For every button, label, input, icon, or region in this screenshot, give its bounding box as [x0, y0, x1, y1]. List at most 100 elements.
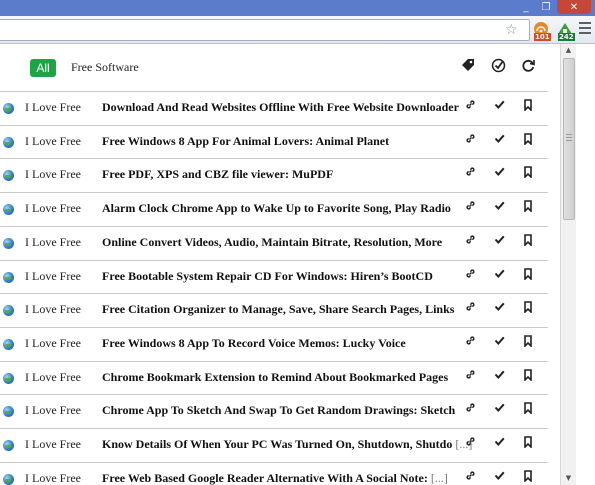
check-circle-icon[interactable] [490, 58, 506, 74]
link-icon[interactable] [463, 402, 477, 418]
extension-button-2[interactable]: 242 [555, 20, 575, 41]
link-icon[interactable] [463, 200, 477, 216]
feed-source[interactable]: I Love Free [25, 336, 81, 351]
link-icon[interactable] [463, 268, 477, 284]
feed-item-title-text: Free PDF, XPS and CBZ file viewer: MuPDF [102, 167, 334, 182]
feed-item-row[interactable]: I Love Free Chrome App To Sketch And Swap… [0, 394, 548, 428]
feed-item-title[interactable]: Free Citation Organizer to Manage, Save,… [102, 302, 454, 317]
feed-source[interactable]: I Love Free [25, 235, 81, 250]
link-icon[interactable] [463, 166, 477, 182]
globe-icon [3, 204, 14, 216]
feed-item-row[interactable]: I Love Free Free Windows 8 App To Record … [0, 326, 548, 361]
vertical-scrollbar[interactable]: ▲ ▼ [560, 44, 576, 485]
feed-item-title[interactable]: Alarm Clock Chrome App to Wake Up to Fav… [102, 201, 451, 216]
feed-item-title[interactable]: Online Convert Videos, Audio, Maintain B… [102, 235, 442, 250]
extension-button-1[interactable]: 101 [531, 20, 551, 41]
minimize-button[interactable]: _ [517, 0, 535, 14]
check-icon[interactable] [492, 133, 506, 149]
bookmark-icon[interactable] [521, 99, 535, 115]
browser-toolbar: ☆ 101 242 [0, 16, 595, 44]
refresh-icon[interactable] [520, 58, 536, 74]
globe-icon [3, 338, 14, 350]
feed-item-title[interactable]: Free Windows 8 App For Animal Lovers: An… [102, 134, 389, 149]
feed-item-row[interactable]: I Love Free Online Convert Videos, Audio,… [0, 225, 548, 260]
link-icon[interactable] [463, 133, 477, 149]
feed-item-row[interactable]: I Love Free Free Web Based Google Reader … [0, 461, 548, 485]
bookmark-icon[interactable] [521, 132, 535, 149]
feed-item-title[interactable]: Know Details Of When Your PC Was Turned … [102, 437, 472, 452]
bookmark-icon[interactable] [521, 368, 535, 385]
feed-item-title[interactable]: Free Bootable System Repair CD For Windo… [102, 269, 433, 284]
check-icon[interactable] [492, 436, 506, 452]
bookmark-icon[interactable] [521, 469, 535, 485]
feed-item-title[interactable]: Chrome Bookmark Extension to Remind Abou… [102, 370, 448, 385]
feed-item-title-text: Free Citation Organizer to Manage, Save,… [102, 302, 455, 317]
feed-item-row[interactable]: I Love Free Chrome Bookmark Extension to … [0, 360, 548, 395]
link-icon[interactable] [463, 99, 477, 115]
unread-count-badge: 242 [558, 33, 575, 41]
check-icon[interactable] [492, 301, 506, 317]
feed-item-row[interactable]: I Love Free Free Windows 8 App For Animal… [0, 124, 548, 159]
link-icon[interactable] [463, 301, 477, 317]
category-link[interactable]: Free Software [71, 60, 139, 75]
feed-item-row[interactable]: I Love Free Download And Read Websites Of… [0, 91, 548, 125]
feed-item-title[interactable]: Free PDF, XPS and CBZ file viewer: MuPDF [102, 167, 333, 182]
globe-icon [3, 406, 14, 418]
feed-item-row[interactable]: I Love Free Know Details Of When Your PC … [0, 428, 548, 462]
feed-source[interactable]: I Love Free [25, 302, 81, 317]
check-icon[interactable] [492, 166, 506, 182]
bookmark-icon[interactable] [521, 402, 535, 418]
link-icon[interactable] [463, 234, 477, 250]
close-button[interactable]: ✕ [557, 0, 591, 14]
address-bar[interactable]: ☆ [0, 19, 530, 41]
filter-all-button[interactable]: All [30, 59, 56, 77]
bookmark-icon[interactable] [521, 166, 535, 182]
feed-item-title-text: Chrome App To Sketch And Swap To Get Ran… [102, 403, 456, 418]
check-icon[interactable] [492, 234, 506, 250]
feed-source[interactable]: I Love Free [25, 167, 81, 182]
check-icon[interactable] [492, 470, 506, 485]
feed-source[interactable]: I Love Free [25, 370, 81, 385]
feed-item-row[interactable]: I Love Free Free PDF, XPS and CBZ file vi… [0, 158, 548, 192]
feed-item-row[interactable]: I Love Free Free Citation Organizer to Ma… [0, 293, 548, 327]
feed-source[interactable]: I Love Free [25, 471, 81, 485]
check-icon[interactable] [492, 200, 506, 216]
maximize-button[interactable]: ❐ [537, 0, 555, 14]
feed-item-row[interactable]: I Love Free Free Bootable System Repair C… [0, 259, 548, 294]
check-icon[interactable] [492, 369, 506, 385]
bookmark-icon[interactable] [521, 436, 535, 452]
feed-item-title[interactable]: Free Web Based Google Reader Alternative… [102, 471, 448, 485]
feed-source[interactable]: I Love Free [25, 134, 81, 149]
feed-source[interactable]: I Love Free [25, 100, 81, 115]
feed-source[interactable]: I Love Free [25, 201, 81, 216]
check-icon[interactable] [492, 268, 506, 284]
link-icon[interactable] [463, 369, 477, 385]
bookmark-icon[interactable] [521, 233, 535, 250]
scroll-down-arrow-icon[interactable]: ▼ [561, 472, 576, 484]
check-icon[interactable] [492, 99, 506, 115]
feed-item-title[interactable]: Chrome App To Sketch And Swap To Get Ran… [102, 403, 455, 418]
chrome-menu-icon[interactable] [579, 22, 591, 37]
bookmark-icon[interactable] [521, 335, 535, 351]
link-icon[interactable] [463, 335, 477, 351]
feed-item-row[interactable]: I Love Free Alarm Clock Chrome App to Wak… [0, 192, 548, 226]
feed-item-title[interactable]: Download And Read Websites Offline With … [102, 100, 459, 115]
bookmark-star-icon[interactable]: ☆ [505, 22, 518, 38]
tag-icon[interactable] [460, 58, 476, 74]
bookmark-icon[interactable] [521, 267, 535, 284]
feed-source[interactable]: I Love Free [25, 437, 81, 452]
scrollbar-thumb[interactable] [563, 58, 575, 220]
link-icon[interactable] [463, 470, 477, 485]
check-icon[interactable] [492, 335, 506, 351]
globe-icon [3, 237, 14, 249]
scroll-up-arrow-icon[interactable]: ▲ [561, 44, 576, 56]
bookmark-icon[interactable] [521, 200, 535, 216]
check-icon[interactable] [492, 402, 506, 418]
feed-source[interactable]: I Love Free [25, 403, 81, 418]
link-icon[interactable] [463, 436, 477, 452]
bookmark-icon[interactable] [521, 301, 535, 317]
feed-item-title-text: Alarm Clock Chrome App to Wake Up to Fav… [102, 201, 451, 216]
feed-item-title[interactable]: Free Windows 8 App To Record Voice Memos… [102, 336, 406, 351]
feed-item-title-text: Free Bootable System Repair CD For Windo… [102, 268, 433, 283]
feed-source[interactable]: I Love Free [25, 269, 81, 284]
